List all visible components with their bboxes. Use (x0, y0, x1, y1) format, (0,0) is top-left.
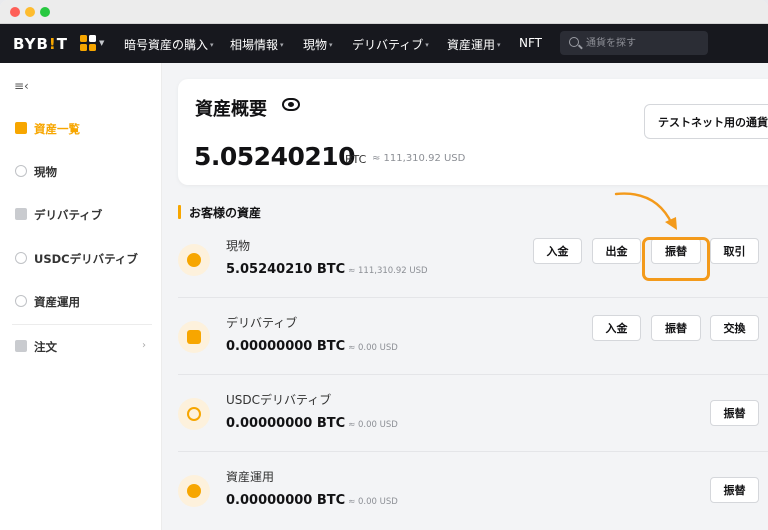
sidebar: ≡‹ 資産一覧 現物 デリバティブ USDCデリバティブ 資産運用 注文 › (0, 63, 162, 530)
nav-spot[interactable]: 現物 ▾ (303, 36, 333, 53)
deposit-button[interactable]: 入金 (592, 315, 641, 341)
asset-name: 資産運用 (226, 470, 275, 484)
sidebar-item-derivatives[interactable]: デリバティブ (0, 203, 162, 227)
section-accent-bar (178, 205, 181, 219)
exchange-button[interactable]: 交換 (710, 315, 759, 341)
withdraw-button[interactable]: 出金 (592, 238, 641, 264)
trade-button[interactable]: 取引 (710, 238, 759, 264)
nav-nft[interactable]: NFT (519, 36, 542, 50)
close-window-button[interactable] (10, 7, 20, 17)
deposit-button[interactable]: 入金 (533, 238, 582, 264)
sidebar-item-usdc-derivatives[interactable]: USDCデリバティブ (0, 247, 162, 271)
sidebar-item-label: 資産運用 (34, 295, 80, 309)
piggy-bank-icon (178, 475, 210, 507)
derivatives-icon (178, 321, 210, 353)
transfer-button[interactable]: 振替 (651, 315, 701, 341)
asset-name: USDCデリバティブ (226, 393, 332, 407)
page-title: 資産概要 (195, 99, 267, 120)
usdc-icon (15, 252, 27, 264)
asset-fiat-value: ≈ 111,310.92 USD (348, 266, 428, 276)
sidebar-divider (12, 324, 152, 325)
chevron-down-icon: ▾ (329, 41, 333, 49)
chevron-right-icon: › (142, 340, 146, 351)
total-balance: 5.05240210 (194, 142, 356, 171)
asset-row-earn: 資産運用 0.00000000 BTC ≈ 0.00 USD 振替 (162, 459, 768, 530)
bybit-logo[interactable]: BYB!T (13, 35, 68, 53)
coins-icon (178, 244, 210, 276)
sidebar-item-spot[interactable]: 現物 (0, 160, 162, 184)
asset-amount: 0.00000000 BTC ≈ 0.00 USD (226, 493, 398, 508)
asset-row-derivatives: デリバティブ 0.00000000 BTC ≈ 0.00 USD 入金 振替 交換 (162, 305, 768, 381)
section-title: お客様の資産 (189, 206, 262, 220)
sidebar-item-label: USDCデリバティブ (34, 252, 138, 266)
balance-unit: BTC (345, 153, 367, 166)
chevron-down-icon: ▾ (210, 41, 214, 49)
search-icon (569, 37, 579, 47)
asset-name: デリバティブ (226, 316, 298, 330)
chevron-down-icon: ▾ (497, 41, 501, 49)
collapse-sidebar-icon[interactable]: ≡‹ (14, 79, 29, 93)
title-bar (0, 0, 768, 24)
asset-overview-card: 資産概要 5.05240210 BTC ≈ 111,310.92 USD テスト… (178, 79, 768, 185)
row-divider (178, 451, 768, 452)
sidebar-item-assets-overview[interactable]: 資産一覧 (0, 117, 162, 141)
sidebar-item-label: 資産一覧 (34, 122, 80, 136)
asset-amount: 5.05240210 BTC ≈ 111,310.92 USD (226, 262, 428, 277)
nav-buy-crypto[interactable]: 暗号資産の購入 ▾ (124, 36, 214, 53)
eye-icon[interactable] (282, 98, 300, 111)
nav-markets[interactable]: 相場情報 ▾ (230, 36, 284, 53)
testnet-coins-button[interactable]: テストネット用の通貨 (644, 104, 768, 139)
callout-arrow-icon (614, 192, 677, 230)
asset-row-usdc-derivatives: USDCデリバティブ 0.00000000 BTC ≈ 0.00 USD 振替 (162, 382, 768, 458)
sidebar-item-label: デリバティブ (34, 208, 103, 222)
asset-amount: 0.00000000 BTC ≈ 0.00 USD (226, 339, 398, 354)
wallet-icon (15, 122, 27, 134)
sidebar-item-earn[interactable]: 資産運用 (0, 290, 162, 314)
search-box[interactable] (560, 31, 708, 55)
chevron-down-icon: ▼ (99, 39, 105, 47)
orders-icon (15, 340, 27, 352)
piggy-bank-icon (15, 295, 27, 307)
chevron-down-icon: ▾ (280, 41, 284, 49)
coins-icon (15, 165, 27, 177)
transfer-highlight-box (642, 237, 710, 281)
chevron-down-icon: ▾ (425, 41, 429, 49)
row-divider (178, 297, 768, 298)
row-divider (178, 374, 768, 375)
sidebar-item-orders[interactable]: 注文 › (0, 335, 162, 359)
asset-name: 現物 (226, 239, 251, 253)
transfer-button[interactable]: 振替 (710, 400, 759, 426)
nav-derivatives[interactable]: デリバティブ ▾ (352, 36, 429, 53)
nav-earn[interactable]: 資産運用 ▾ (447, 36, 501, 53)
apps-grid-icon[interactable] (80, 35, 98, 53)
balance-fiat-value: ≈ 111,310.92 USD (372, 153, 466, 164)
asset-fiat-value: ≈ 0.00 USD (348, 343, 398, 353)
browser-window: BYB!T ▼ 暗号資産の購入 ▾ 相場情報 ▾ 現物 ▾ デリバティブ ▾ 資産運用 ▾… (0, 0, 768, 530)
asset-fiat-value: ≈ 0.00 USD (348, 420, 398, 430)
derivatives-icon (15, 208, 27, 220)
minimize-window-button[interactable] (25, 7, 35, 17)
asset-amount: 0.00000000 BTC ≈ 0.00 USD (226, 416, 398, 431)
transfer-button[interactable]: 振替 (710, 477, 759, 503)
usdc-icon (178, 398, 210, 430)
search-input[interactable] (586, 35, 698, 51)
sidebar-item-label: 注文 (34, 340, 57, 354)
sidebar-item-label: 現物 (34, 165, 57, 179)
zoom-window-button[interactable] (40, 7, 50, 17)
asset-fiat-value: ≈ 0.00 USD (348, 497, 398, 507)
